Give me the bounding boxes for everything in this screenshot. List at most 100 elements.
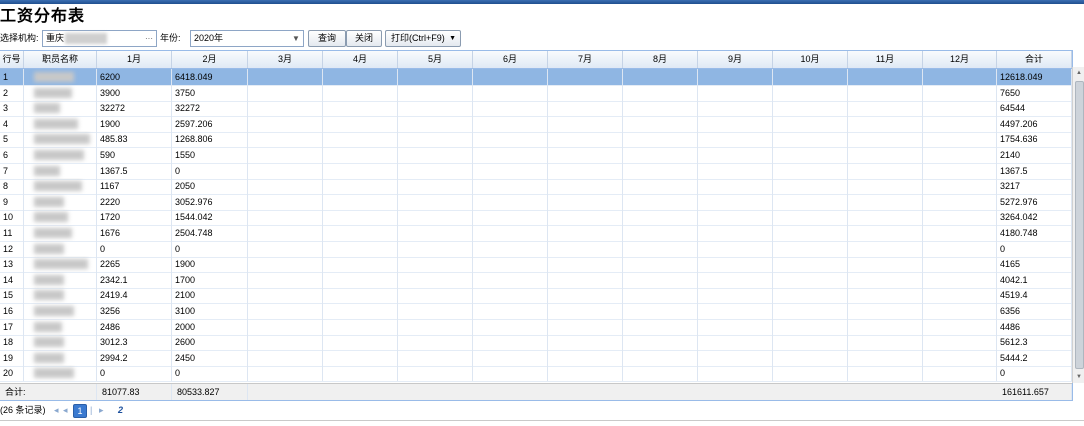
cell-m5 <box>398 303 473 319</box>
scrollbar-thumb[interactable] <box>1075 81 1084 369</box>
close-button[interactable]: 关闭 <box>346 30 382 47</box>
table-row[interactable]: 17 2486 2000 4486 <box>0 318 1072 336</box>
print-button[interactable]: 打印(Ctrl+F9) ▼ <box>385 30 461 47</box>
cell-m2: 2000 <box>172 318 248 335</box>
prev-page-icon[interactable]: ◂ <box>63 402 68 418</box>
summary-total: 161611.657 <box>997 384 1072 400</box>
cell-total: 4180.748 <box>997 225 1072 241</box>
table-row[interactable]: 13 2265 1900 4165 <box>0 256 1072 274</box>
table-row[interactable]: 7 1367.5 0 1367.5 <box>0 162 1072 180</box>
table-row[interactable]: 4 1900 2597.206 4497.206 <box>0 115 1072 133</box>
table-row[interactable]: 6 590 1550 2140 <box>0 147 1072 164</box>
cell-m8 <box>623 115 698 132</box>
cell-m7 <box>548 209 623 226</box>
table-row[interactable]: 15 2419.4 2100 4519.4 <box>0 287 1072 305</box>
cell-m12 <box>923 115 997 132</box>
col-header-m11[interactable]: 11月 <box>848 51 923 68</box>
cell-m6 <box>473 69 548 85</box>
scroll-up-icon[interactable]: ▲ <box>1073 67 1084 79</box>
col-header-m7[interactable]: 7月 <box>548 51 623 68</box>
redacted-employee-name <box>34 337 64 348</box>
cell-m2: 2597.206 <box>172 115 248 132</box>
year-select[interactable]: 2020年 ▼ <box>190 30 304 47</box>
window-top-bar <box>0 0 1084 4</box>
year-value: 2020年 <box>194 33 224 43</box>
col-header-total[interactable]: 合计 <box>997 51 1072 68</box>
table-row[interactable]: 14 2342.1 1700 4042.1 <box>0 271 1072 289</box>
chevron-down-icon[interactable]: ▼ <box>449 31 456 46</box>
cell-m8 <box>623 256 698 273</box>
col-header-m8[interactable]: 8月 <box>623 51 698 68</box>
org-picker-trigger[interactable]: ··· <box>142 31 156 46</box>
cell-m6 <box>473 162 548 179</box>
page-1-button[interactable]: 1 <box>73 404 87 418</box>
col-header-m12[interactable]: 12月 <box>923 51 997 68</box>
redacted-employee-name <box>34 243 64 254</box>
table-row[interactable]: 19 2994.2 2450 5444.2 <box>0 349 1072 367</box>
col-header-m3[interactable]: 3月 <box>248 51 323 68</box>
cell-total: 1754.636 <box>997 131 1072 148</box>
table-row[interactable]: 9 2220 3052.976 5272.976 <box>0 193 1072 211</box>
table-row[interactable]: 10 1720 1544.042 3264.042 <box>0 209 1072 227</box>
cell-m7 <box>548 131 623 148</box>
table-row[interactable]: 20 0 0 0 <box>0 365 1072 383</box>
cell-m4 <box>323 131 398 148</box>
cell-m6 <box>473 84 548 101</box>
cell-m3 <box>248 225 323 241</box>
pagination-bar: (26 条记录) ◂ ◂ 1 | ▸ 2 <box>0 402 600 418</box>
col-header-m9[interactable]: 9月 <box>698 51 773 68</box>
table-row[interactable]: 2 3900 3750 7650 <box>0 84 1072 102</box>
col-header-m5[interactable]: 5月 <box>398 51 473 68</box>
first-page-icon[interactable]: ◂ <box>54 402 59 418</box>
table-row[interactable]: 16 3256 3100 6356 <box>0 303 1072 320</box>
cell-m11 <box>848 178 923 195</box>
cell-m11 <box>848 193 923 210</box>
cell-m2: 1268.806 <box>172 131 248 148</box>
table-row[interactable]: 8 1167 2050 3217 <box>0 178 1072 196</box>
table-row[interactable]: 12 0 0 0 <box>0 240 1072 258</box>
col-header-m4[interactable]: 4月 <box>323 51 398 68</box>
cell-rownum: 6 <box>0 147 24 163</box>
cell-m2: 1550 <box>172 147 248 163</box>
cell-m9 <box>698 365 773 382</box>
col-header-rownum[interactable]: 行号 <box>0 51 24 68</box>
cell-m2: 0 <box>172 240 248 257</box>
cell-m2: 1900 <box>172 256 248 273</box>
cell-employee-name <box>24 271 97 288</box>
redacted-employee-name <box>34 181 82 192</box>
chevron-down-icon[interactable]: ▼ <box>289 31 303 46</box>
cell-m3 <box>248 100 323 117</box>
page-2-link[interactable]: 2 <box>118 402 123 418</box>
cell-m10 <box>773 225 848 241</box>
table-row[interactable]: 3 32272 32272 64544 <box>0 100 1072 118</box>
next-page-icon[interactable]: ▸ <box>99 402 104 418</box>
redacted-employee-name <box>34 306 74 316</box>
cell-m9 <box>698 209 773 226</box>
table-row[interactable]: 5 485.83 1268.806 1754.636 <box>0 131 1072 149</box>
col-header-m6[interactable]: 6月 <box>473 51 548 68</box>
col-header-m10[interactable]: 10月 <box>773 51 848 68</box>
cell-total: 1367.5 <box>997 162 1072 179</box>
query-button[interactable]: 查询 <box>308 30 346 47</box>
col-header-m2[interactable]: 2月 <box>172 51 248 68</box>
cell-m10 <box>773 303 848 319</box>
col-header-m1[interactable]: 1月 <box>97 51 172 68</box>
cell-m11 <box>848 271 923 288</box>
col-header-employee-name[interactable]: 职员名称 <box>24 51 97 68</box>
cell-m3 <box>248 162 323 179</box>
cell-m7 <box>548 178 623 195</box>
cell-m9 <box>698 84 773 101</box>
cell-m3 <box>248 287 323 304</box>
cell-m6 <box>473 147 548 163</box>
table-row[interactable]: 1 6200 6418.049 12618.049 <box>0 69 1072 86</box>
cell-m4 <box>323 287 398 304</box>
vertical-scrollbar[interactable]: ▲ ▼ <box>1072 67 1084 383</box>
table-row[interactable]: 11 1676 2504.748 4180.748 <box>0 225 1072 242</box>
cell-employee-name <box>24 318 97 335</box>
table-row[interactable]: 18 3012.3 2600 5612.3 <box>0 334 1072 352</box>
org-picker[interactable]: 重庆 ··· <box>42 30 157 47</box>
cell-employee-name <box>24 69 97 85</box>
redacted-employee-name <box>34 352 64 363</box>
cell-m9 <box>698 147 773 163</box>
scroll-down-icon[interactable]: ▼ <box>1073 371 1084 383</box>
